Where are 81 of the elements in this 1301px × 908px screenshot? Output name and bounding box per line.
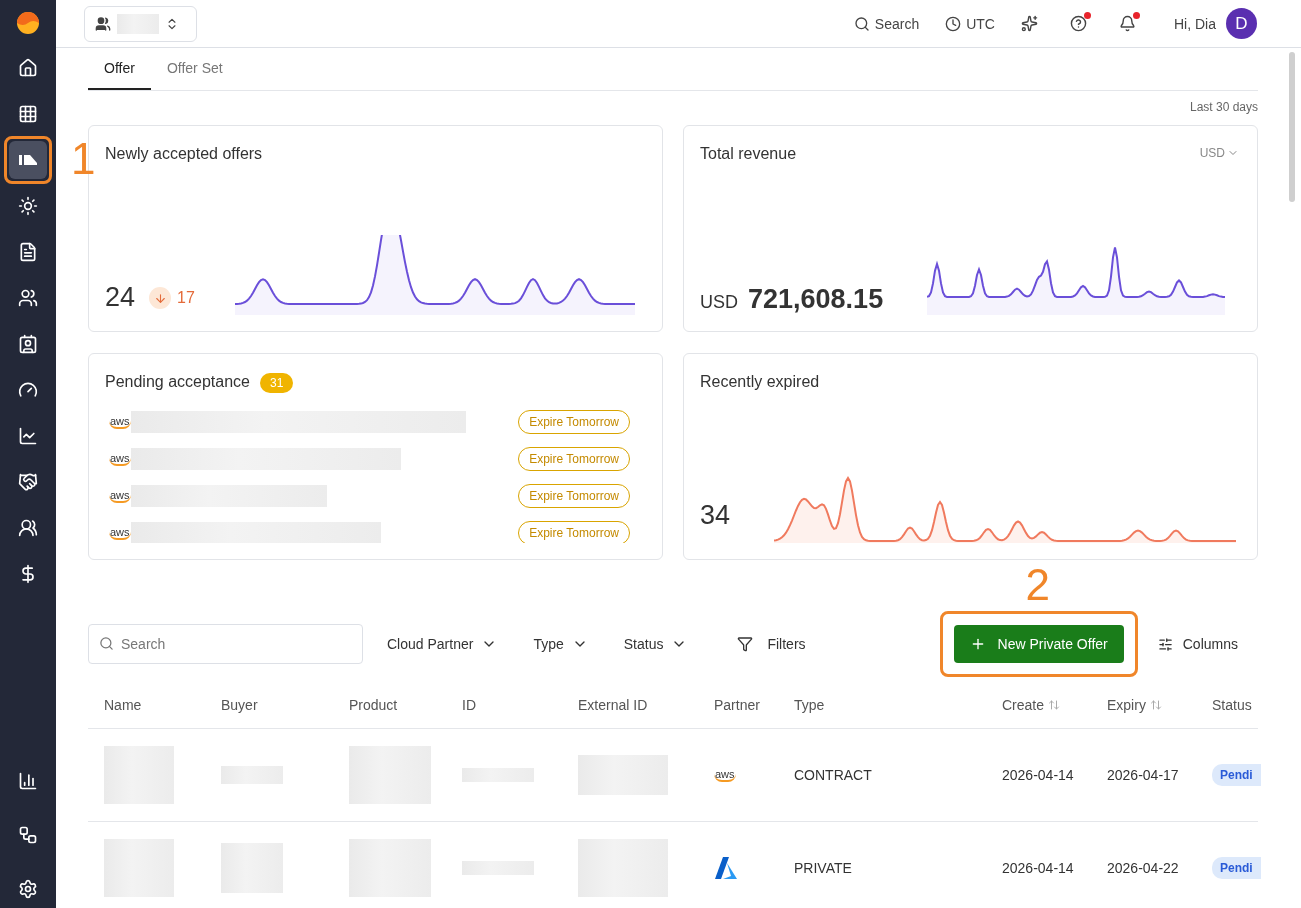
filters-button[interactable]: Filters (737, 636, 806, 652)
card-title: Total revenue (700, 145, 797, 163)
filter-dropdown[interactable]: Cloud Partner (387, 636, 498, 652)
pending-row[interactable]: aws Expire Tomorrow (105, 521, 646, 543)
sparkle-icon (1021, 15, 1038, 32)
annotation-outline (4, 136, 52, 184)
table-cell-text: 2026-04-17 (1107, 767, 1180, 783)
tab[interactable]: Offer (88, 48, 151, 90)
offer-icon (18, 152, 38, 168)
greeting: Hi, Dia (1174, 15, 1216, 32)
table-cell-text: CONTRACT (794, 767, 873, 783)
sidebar-item[interactable] (9, 141, 47, 179)
change-value: 17 (177, 289, 195, 307)
stat-value: 34 (700, 500, 731, 531)
search-field[interactable]: Search (88, 624, 363, 664)
pending-row[interactable]: aws Expire Tomorrow (105, 447, 646, 471)
sparkle-button[interactable] (1021, 15, 1038, 32)
columns-button[interactable]: Columns (1157, 636, 1238, 652)
sun-icon (18, 196, 38, 216)
line-chart-icon (18, 426, 38, 446)
column-header[interactable]: Create (1002, 697, 1107, 713)
workflow-icon (18, 825, 38, 845)
group-icon (95, 15, 111, 32)
pending-row[interactable]: aws Expire Tomorrow (105, 484, 646, 508)
column-header[interactable]: Type (794, 697, 1002, 713)
search-button[interactable]: Search (853, 15, 920, 32)
column-header[interactable]: External ID (578, 697, 714, 713)
card-title: Recently expired (700, 373, 820, 391)
people-icon (18, 288, 38, 308)
filter-dropdown[interactable]: Status (623, 636, 688, 652)
status-tag: Pendi (1212, 857, 1261, 879)
new-offer-button[interactable]: New Private Offer (953, 625, 1124, 663)
column-header[interactable]: Status (1212, 697, 1274, 713)
avatar[interactable]: D (1226, 8, 1257, 39)
logo-icon[interactable] (16, 11, 40, 35)
column-header[interactable]: Partner (714, 697, 794, 713)
column-header[interactable]: Name (104, 697, 221, 713)
tab[interactable]: Offer Set (150, 48, 239, 90)
arrow-down-icon (153, 291, 167, 305)
annotation-number: 2 (1025, 563, 1050, 607)
bar-chart-icon (18, 771, 38, 791)
pending-row[interactable]: aws Expire Tomorrow (105, 410, 646, 434)
annotation-number: 1 (71, 137, 96, 181)
card-title: Newly accepted offers (105, 145, 263, 163)
search-icon (853, 15, 870, 32)
card-title: Pending acceptance (105, 373, 250, 391)
column-header[interactable]: Buyer (221, 697, 349, 713)
gauge-icon (18, 380, 38, 400)
group-icon (18, 518, 38, 538)
table-cell-text: 2026-04-14 (1002, 860, 1075, 876)
bell-icon (1119, 15, 1136, 32)
timezone-button[interactable]: UTC (945, 15, 995, 32)
search-icon (99, 636, 114, 651)
table-cell-text: 2026-04-22 (1107, 860, 1180, 876)
table-cell-text: PRIVATE (794, 860, 853, 876)
stat-value: 24 (105, 282, 136, 313)
help-icon (1070, 15, 1087, 32)
column-header[interactable]: Product (349, 697, 462, 713)
table-cell-text: 2026-04-14 (1002, 767, 1075, 783)
filter-dropdown[interactable]: Type (533, 636, 588, 652)
period-label: Last 30 days (1188, 100, 1258, 114)
home-icon (18, 58, 38, 78)
aws-logo: aws (714, 768, 736, 782)
contact-card-icon (18, 334, 38, 354)
workspace-switcher[interactable] (84, 5, 197, 42)
scrollbar[interactable] (1289, 52, 1295, 202)
clock-icon (945, 15, 962, 32)
status-tag: Pendi (1212, 764, 1261, 786)
handshake-icon (18, 472, 38, 492)
stat-value: 721,608.15 (748, 284, 884, 315)
sliders-icon (1157, 636, 1173, 652)
currency-dropdown[interactable]: USD (1199, 146, 1239, 160)
grid-icon (18, 104, 38, 124)
filter-icon (737, 636, 754, 652)
column-header[interactable]: ID (462, 697, 578, 713)
count-badge: 31 (260, 373, 294, 393)
currency-label: USD (700, 292, 738, 313)
settings-icon (18, 879, 38, 899)
document-icon (18, 242, 38, 262)
column-header[interactable]: Expiry (1107, 697, 1212, 713)
azure-logo (714, 857, 738, 879)
